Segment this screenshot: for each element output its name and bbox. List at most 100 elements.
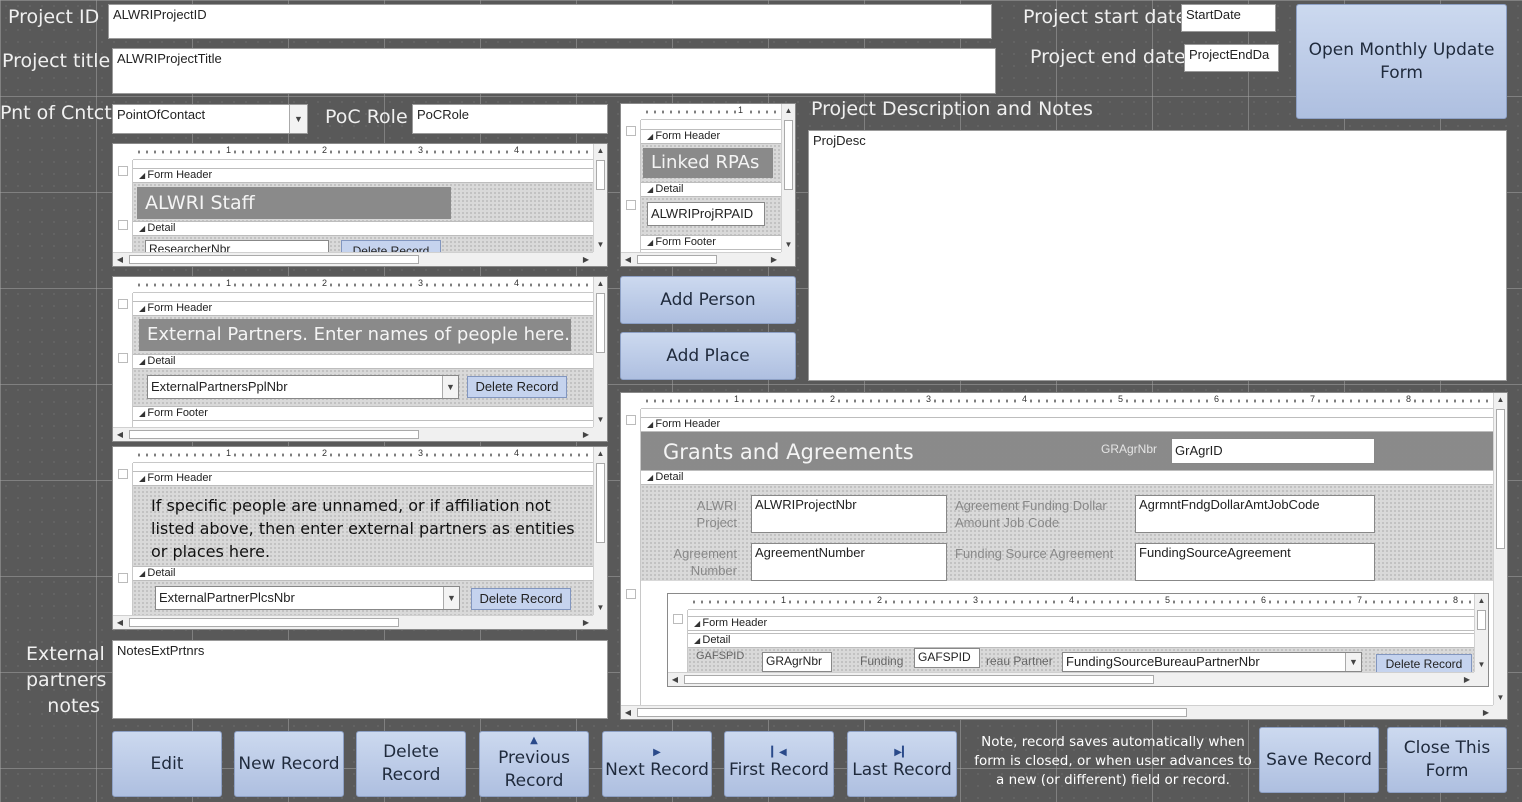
project-id-field[interactable]: ALWRIProjectID [108, 4, 992, 39]
first-record-button[interactable]: ▎◀ First Record [724, 731, 834, 797]
vertical-ruler [113, 293, 133, 427]
external-partner-places-value: ExternalPartnerPlcsNbr [159, 590, 295, 605]
gragr-label: GRAgrNbr [1101, 442, 1158, 456]
last-record-label: Last Record [852, 759, 952, 780]
chevron-down-icon[interactable]: ▼ [442, 376, 458, 398]
external-partners-subform[interactable]: 1234 Form Header External Partners. Ente… [112, 276, 608, 442]
inner-gragr-field[interactable]: GRAgrNbr [762, 652, 832, 672]
chevron-down-icon[interactable]: ▼ [289, 105, 307, 133]
detail-section: Detail [641, 182, 781, 197]
vertical-ruler [113, 463, 133, 615]
next-record-label: Next Record [605, 759, 709, 780]
vertical-scrollbar[interactable]: ▲ ▼ [593, 144, 607, 252]
vertical-scrollbar[interactable]: ▲ ▼ [1493, 393, 1507, 705]
partners-delete-record-button[interactable]: Delete Record [467, 376, 567, 398]
end-date-field[interactable]: ProjectEndDa [1184, 44, 1279, 72]
funding-dollar-job-code-field[interactable]: AgrmntFndgDollarAmtJobCode [1135, 495, 1375, 533]
scroll-corner [593, 252, 607, 266]
new-record-button[interactable]: New Record [234, 731, 344, 797]
external-partners-people-combo[interactable]: ExternalPartnersPplNbr ▼ [147, 375, 459, 399]
close-form-button[interactable]: Close This Form [1387, 727, 1507, 793]
detail-section: Detail [133, 566, 593, 581]
save-record-button[interactable]: Save Record [1259, 727, 1379, 793]
add-person-button[interactable]: Add Person [620, 276, 796, 324]
open-monthly-update-label: Open Monthly Update [1308, 39, 1495, 60]
delete-record-button[interactable]: Delete Record [356, 731, 466, 797]
horizontal-scrollbar[interactable]: ◀ ▶ [113, 252, 593, 266]
previous-record-label-2: Record [504, 771, 564, 791]
alwri-project-nbr-field[interactable]: ALWRIProjectNbr [751, 495, 947, 533]
alwri-staff-subform[interactable]: 1234 Form Header ALWRI Staff Detail Rese… [112, 143, 608, 267]
form-header-section: Form Header [688, 616, 1474, 631]
grants-agreements-subform[interactable]: 12345678 Form Header Grants and Agreemen… [620, 392, 1508, 720]
external-partner-places-combo[interactable]: ExternalPartnerPlcsNbr ▼ [155, 586, 460, 610]
funding-dollar-label: Agreement Funding Dollar Amount Job Code [955, 498, 1107, 530]
poc-role-label: PoC Role [325, 106, 408, 128]
vertical-scrollbar[interactable]: ▲ ▼ [593, 447, 607, 615]
detail-section: Detail [688, 633, 1474, 648]
linked-rpas-subform[interactable]: 1 Form Header Linked RPAs Detail ALWRIPr… [620, 103, 796, 267]
vertical-scrollbar[interactable]: ▲ ▼ [593, 277, 607, 427]
rpa-id-field[interactable]: ALWRIProjRPAID [647, 202, 765, 226]
detail-section: Detail [133, 221, 593, 236]
horizontal-ruler: 1234 [133, 277, 593, 293]
horizontal-scrollbar[interactable]: ◀ ▶ [621, 705, 1493, 719]
grants-agreements-title: Grants and Agreements [663, 440, 914, 464]
poc-role-field[interactable]: PoCRole [412, 104, 608, 134]
external-partners-notes-field[interactable]: NotesExtPrtnrs [112, 640, 608, 719]
chevron-down-icon[interactable]: ▼ [1345, 653, 1361, 671]
autosave-note-line-2: form is closed, or when user advances to [974, 753, 1252, 769]
agreement-number-label: Agreement Number [673, 546, 737, 578]
skip-last-icon: ▶▎ [894, 746, 910, 758]
vertical-scrollbar[interactable]: ▲ ▼ [781, 104, 795, 252]
horizontal-scrollbar[interactable]: ◀ ▶ [621, 252, 781, 266]
funding-source-bureau-subform[interactable]: 12345678 Form Header Detail GAFSPID GRAg… [667, 593, 1489, 687]
vertical-ruler [113, 160, 133, 252]
gafspid-label: GAFSPID [696, 650, 745, 662]
point-of-contact-label: Pnt of Cntct [0, 102, 112, 124]
external-places-instructions: If specific people are unnamed, or if af… [151, 496, 575, 561]
horizontal-scrollbar[interactable]: ◀ ▶ [113, 615, 593, 629]
previous-record-button[interactable]: ▲ Previous Record [479, 731, 589, 797]
places-delete-record-button[interactable]: Delete Record [471, 588, 571, 610]
inner-delete-record-button[interactable]: Delete Record [1376, 654, 1472, 674]
agreement-number-field[interactable]: AgreementNumber [751, 543, 947, 581]
point-of-contact-value: PointOfContact [117, 107, 206, 122]
funding-source-bureau-partner-combo[interactable]: FundingSourceBureauPartnerNbr ▼ [1062, 652, 1362, 672]
project-id-label: Project ID [8, 6, 100, 28]
form-footer-section: Form Footer [641, 235, 781, 250]
vertical-scrollbar[interactable]: ▲ ▼ [1474, 594, 1488, 672]
form-header-section: Form Header [133, 301, 593, 316]
vertical-ruler [668, 610, 688, 672]
funding-source-agreement-field[interactable]: FundingSourceAgreement [1135, 543, 1375, 581]
last-record-button[interactable]: ▶▎ Last Record [847, 731, 957, 797]
horizontal-scrollbar[interactable]: ◀ ▶ [668, 672, 1474, 686]
project-title-field[interactable]: ALWRIProjectTitle [112, 48, 996, 94]
gragr-id-field[interactable]: GrAgrID [1171, 438, 1375, 464]
edit-button[interactable]: Edit [112, 731, 222, 797]
next-record-button[interactable]: ▶ Next Record [602, 731, 712, 797]
horizontal-ruler: 1234 [133, 144, 593, 160]
autosave-note-line-1: Note, record saves automatically when [981, 734, 1245, 750]
external-partners-notes-label-2: partners [26, 669, 107, 691]
open-monthly-update-label-2: Form [1380, 62, 1423, 83]
project-description-field[interactable]: ProjDesc [808, 130, 1507, 381]
horizontal-scrollbar[interactable]: ◀ ▶ [113, 427, 593, 441]
alwri-staff-title: ALWRI Staff [137, 187, 451, 219]
chevron-down-icon[interactable]: ▼ [443, 587, 459, 609]
autosave-note-line-3: a new (or different) field or record. [996, 772, 1230, 788]
horizontal-ruler: 1 [641, 104, 781, 120]
external-partners-notes-label-1: External [26, 643, 105, 665]
project-end-date-label: Project end date [1030, 46, 1186, 68]
open-monthly-update-button[interactable]: Open Monthly Update Form [1296, 4, 1507, 119]
triangle-right-icon: ▶ [653, 746, 661, 758]
start-date-field[interactable]: StartDate [1181, 4, 1276, 32]
form-header-section: Form Header [641, 129, 781, 144]
external-partner-places-subform[interactable]: 1234 Form Header If specific people are … [112, 446, 608, 630]
gafspid-field[interactable]: GAFSPID [914, 648, 980, 668]
scroll-corner [593, 615, 607, 629]
point-of-contact-combo[interactable]: PointOfContact ▼ [112, 104, 308, 134]
skip-first-icon: ▎◀ [771, 746, 787, 758]
funding-label: Funding [860, 654, 904, 668]
add-place-button[interactable]: Add Place [620, 332, 796, 380]
